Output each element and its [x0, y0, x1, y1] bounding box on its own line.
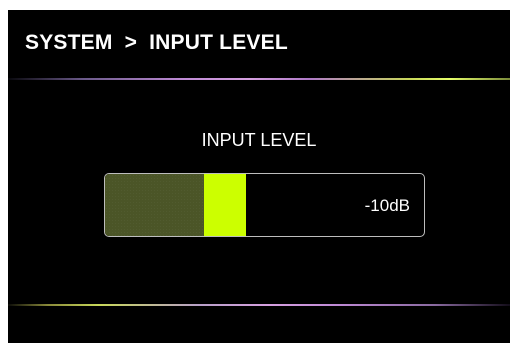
meter-value-readout: -10dB: [364, 196, 410, 215]
input-level-label: INPUT LEVEL: [201, 130, 317, 150]
meter-level-indicator[interactable]: [204, 174, 246, 236]
meter-fill: [105, 174, 204, 236]
breadcrumb-title: SYSTEM > INPUT LEVEL: [25, 31, 288, 54]
input-level-meter[interactable]: -10dB: [104, 173, 425, 237]
header-divider: [8, 78, 510, 80]
device-screen: SYSTEM > INPUT LEVEL INPUT LEVEL -10dB: [8, 10, 510, 343]
footer-divider: [8, 304, 510, 306]
